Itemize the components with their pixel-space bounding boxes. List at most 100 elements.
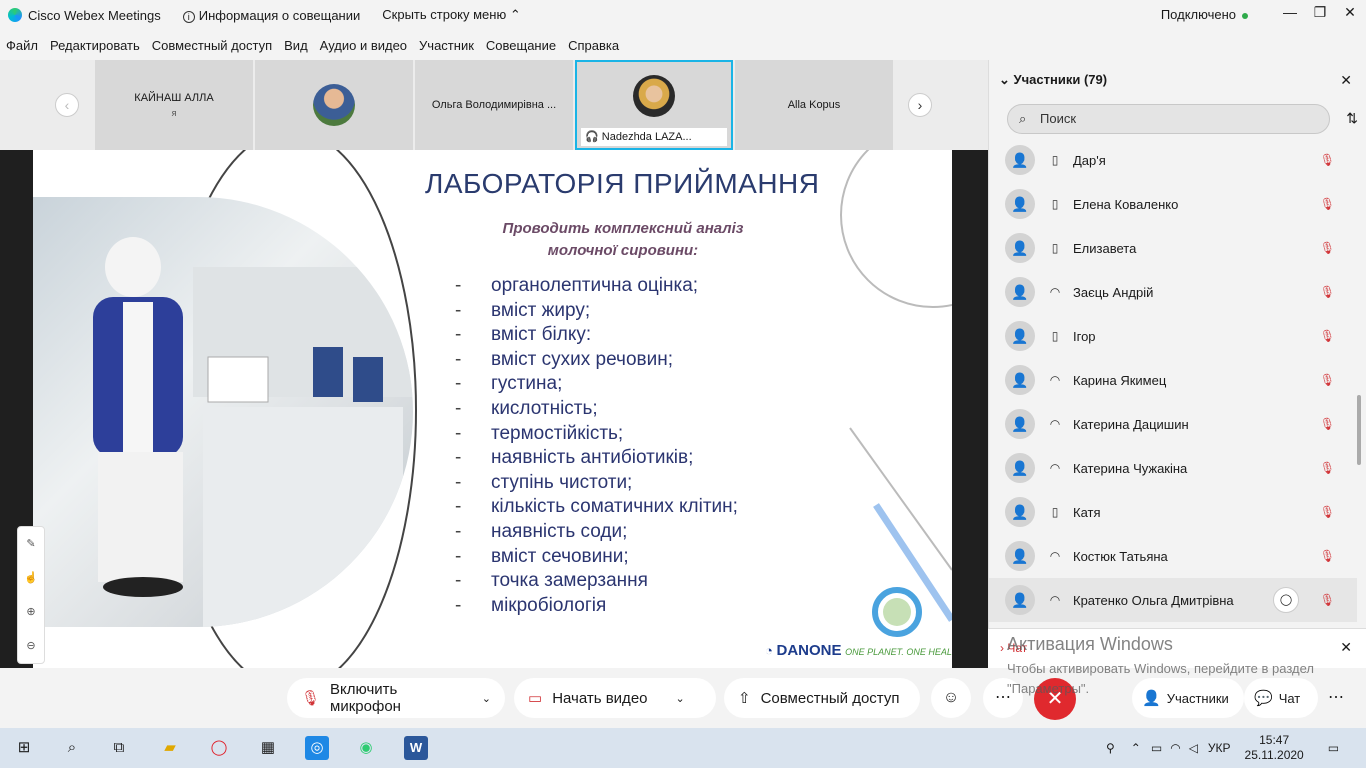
close-panel-button[interactable]: ✕ xyxy=(1340,72,1352,89)
chevron-up-icon[interactable]: ⌃ xyxy=(1131,741,1141,755)
maximize-button[interactable]: ❐ xyxy=(1310,4,1330,21)
task-view-icon[interactable]: ⧉ xyxy=(107,736,131,760)
bullet-text: мікробіологія xyxy=(491,594,607,616)
bullet-text: термостійкість; xyxy=(491,422,624,444)
close-window-button[interactable]: ✕ xyxy=(1340,4,1360,21)
slide-subtitle-line: Проводить комплексний аналіз xyxy=(502,220,744,237)
bullet-text: вміст білку: xyxy=(491,324,592,346)
list-item[interactable]: 👤 ◠ Костюк Татьяна 🎙 xyxy=(989,534,1357,578)
participant-search-input[interactable]: ⌕ Поиск xyxy=(1007,104,1330,134)
bullet-text: густина; xyxy=(491,373,563,395)
close-chat-button[interactable]: ✕ xyxy=(1340,639,1352,656)
zoom-out-icon[interactable]: ⊖ xyxy=(18,629,44,663)
input-language[interactable]: УКР xyxy=(1208,741,1231,755)
video-tile[interactable]: Alla Kopus xyxy=(735,60,893,150)
sort-icon[interactable]: ⇅ xyxy=(1346,110,1358,127)
list-item[interactable]: 👤 ▯ Дар'я 🎙 xyxy=(989,138,1357,182)
participant-list: 👤 ▯ Дар'я 🎙 👤 ▯ Елена Коваленко 🎙 👤 ▯ Елизавета 🎙… xyxy=(989,138,1357,625)
app-icon[interactable]: ◎ xyxy=(305,736,329,760)
zoom-in-icon[interactable]: ⊕ xyxy=(18,595,44,629)
menu-help[interactable]: Справка xyxy=(568,38,619,53)
mic-muted-icon[interactable]: 🎙 xyxy=(1320,197,1335,211)
opera-icon[interactable]: ◯ xyxy=(207,736,231,760)
avatar-icon: 👤 xyxy=(1005,145,1035,175)
pointer-icon[interactable]: ☝ xyxy=(18,561,44,595)
menu-edit[interactable]: Редактировать xyxy=(50,38,140,53)
mic-muted-icon[interactable]: 🎙 xyxy=(1320,329,1335,343)
bullet-marker: - xyxy=(455,397,462,419)
calculator-icon[interactable]: ▦ xyxy=(256,736,280,760)
strip-prev-button[interactable]: ‹ xyxy=(55,93,79,117)
avatar-icon: 👤 xyxy=(1005,277,1035,307)
list-item[interactable]: 👤 ◠ Заєць Андрій 🎙 xyxy=(989,270,1357,314)
danone-logo: ◔ DANONE ONE PLANET. ONE HEALTH xyxy=(765,642,952,659)
list-item[interactable]: 👤 ▯ Елена Коваленко 🎙 xyxy=(989,182,1357,226)
list-item[interactable]: 👤 ▯ Ігор 🎙 xyxy=(989,314,1357,358)
tile-sub: я xyxy=(171,108,177,118)
list-item[interactable]: 👤 ◠ Карина Якимец 🎙 xyxy=(989,358,1357,402)
menu-view[interactable]: Вид xyxy=(284,38,308,53)
chevron-down-icon[interactable]: ⌄ xyxy=(676,692,685,705)
windows-start-icon[interactable]: ⊞ xyxy=(12,736,36,760)
chat-bubble-icon[interactable]: ◯ xyxy=(1273,587,1299,613)
chevron-down-icon[interactable]: ⌄ xyxy=(482,692,491,705)
shared-content-stage: ЛАБОРАТОРІЯ ПРИЙМАННЯ Проводить комплекс… xyxy=(0,150,988,668)
word-icon[interactable]: W xyxy=(404,736,428,760)
annotate-pen-icon[interactable]: ✎ xyxy=(18,527,44,561)
file-explorer-icon[interactable]: ▰ xyxy=(158,736,182,760)
phone-icon: ▯ xyxy=(1051,241,1059,255)
hide-menu-button[interactable]: Скрыть строку меню ⌃ xyxy=(382,7,520,23)
mic-muted-icon[interactable]: 🎙 xyxy=(1320,549,1335,563)
video-tile[interactable]: КАЙНАШ АЛЛА я xyxy=(95,60,253,150)
wifi-icon[interactable]: ◠ xyxy=(1170,741,1180,755)
video-button[interactable]: ▭ Начать видео ⌄ xyxy=(514,678,716,718)
list-item[interactable]: 👤 ◠ Катерина Дацишин 🎙 xyxy=(989,402,1357,446)
webex-taskbar-icon[interactable]: ◉ xyxy=(354,736,378,760)
menu-participant[interactable]: Участник xyxy=(419,38,474,53)
headset-icon: ◠ xyxy=(1049,285,1061,299)
bullet-marker: - xyxy=(455,275,462,296)
reactions-button[interactable]: ☺ xyxy=(931,678,971,718)
bullet-marker: - xyxy=(455,594,462,616)
list-item[interactable]: 👤 ◠ Кратенко Ольга Дмитрівна ◯ 🎙 xyxy=(989,578,1357,622)
menu-share[interactable]: Совместный доступ xyxy=(152,38,272,53)
mic-muted-icon[interactable]: 🎙 xyxy=(1320,505,1335,519)
mic-muted-icon[interactable]: 🎙 xyxy=(1320,461,1335,475)
list-item[interactable]: 👤 ▯ Катя 🎙 xyxy=(989,490,1357,534)
phone-icon: ▯ xyxy=(1051,329,1059,343)
bullet-item: - кількість соматичних клітин; xyxy=(455,495,738,520)
video-tile[interactable] xyxy=(255,60,413,150)
mic-muted-icon[interactable]: 🎙 xyxy=(1320,593,1335,607)
list-item[interactable]: 👤 ◠ Катерина Чужакіна 🎙 xyxy=(989,446,1357,490)
video-tile[interactable]: Ольга Володимирівна ... xyxy=(415,60,573,150)
participant-name: Заєць Андрій xyxy=(1073,284,1154,300)
mic-muted-icon[interactable]: 🎙 xyxy=(1320,417,1335,431)
video-tile-active-speaker[interactable]: 🎧 Nadezhda LAZA... xyxy=(575,60,733,150)
strip-next-button[interactable]: › xyxy=(908,93,932,117)
minimize-button[interactable]: — xyxy=(1280,4,1300,20)
avatar-icon: 👤 xyxy=(1005,497,1035,527)
network-icon[interactable]: ▭ xyxy=(1151,741,1162,755)
list-item[interactable]: 👤 ▯ Елизавета 🎙 xyxy=(989,226,1357,270)
share-button[interactable]: ⇧ Совместный доступ xyxy=(724,678,920,718)
avatar-icon: 👤 xyxy=(1005,585,1035,615)
mic-muted-icon[interactable]: 🎙 xyxy=(1320,241,1335,255)
meeting-info-button[interactable]: i Информация о совещании xyxy=(182,8,360,23)
mic-muted-icon[interactable]: 🎙 xyxy=(1320,285,1335,299)
people-icon[interactable]: ⚲ xyxy=(1106,741,1115,755)
clock[interactable]: 15:47 25.11.2020 xyxy=(1245,733,1304,763)
search-icon[interactable]: ⌕ xyxy=(60,736,84,760)
mic-button[interactable]: 🎙 Включить микрофон ⌄ xyxy=(287,678,505,718)
menu-meeting[interactable]: Совещание xyxy=(486,38,556,53)
notifications-icon[interactable]: ▭ xyxy=(1328,741,1339,755)
participants-header[interactable]: ⌄ Участники (79) xyxy=(999,72,1107,88)
menu-audio-video[interactable]: Аудио и видео xyxy=(320,38,407,53)
chevron-up-icon: ⌃ xyxy=(509,7,521,22)
mic-muted-icon[interactable]: 🎙 xyxy=(1320,153,1335,167)
menu-bar: Файл Редактировать Совместный доступ Вид… xyxy=(0,30,988,60)
bullet-item: - вміст білку: xyxy=(455,323,738,348)
mic-muted-icon[interactable]: 🎙 xyxy=(1320,373,1335,387)
participant-list-scrollbar[interactable] xyxy=(1357,395,1361,465)
menu-file[interactable]: Файл xyxy=(6,38,38,53)
volume-icon[interactable]: ◁ xyxy=(1189,741,1198,755)
